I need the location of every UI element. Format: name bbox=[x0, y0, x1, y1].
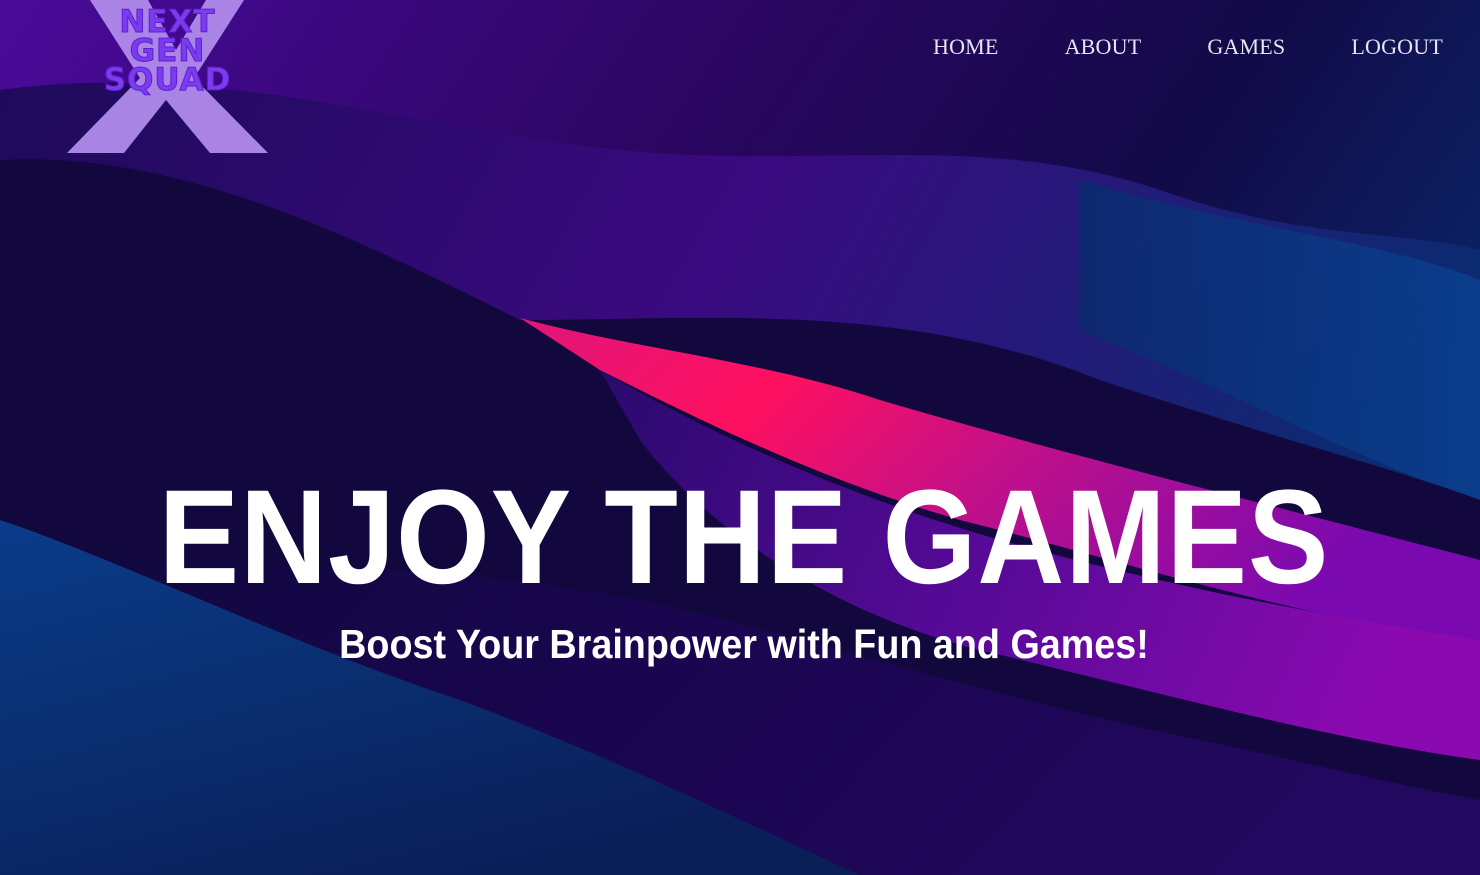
nav-home-link[interactable]: HOME bbox=[933, 34, 999, 60]
logo-line-squad: SQUAD bbox=[103, 62, 232, 98]
nav-logout-link[interactable]: LOGOUT bbox=[1351, 34, 1443, 60]
nav-about-link[interactable]: ABOUT bbox=[1065, 34, 1142, 60]
logo-text: NEXT GEN SQUAD bbox=[100, 6, 235, 98]
main-nav: HOME ABOUT GAMES LOGOUT bbox=[933, 34, 1443, 60]
hero-title: ENJOY THE GAMES bbox=[158, 463, 1330, 612]
hero-subtitle: Boost Your Brainpower with Fun and Games… bbox=[339, 621, 1149, 667]
nav-games-link[interactable]: GAMES bbox=[1207, 34, 1285, 60]
